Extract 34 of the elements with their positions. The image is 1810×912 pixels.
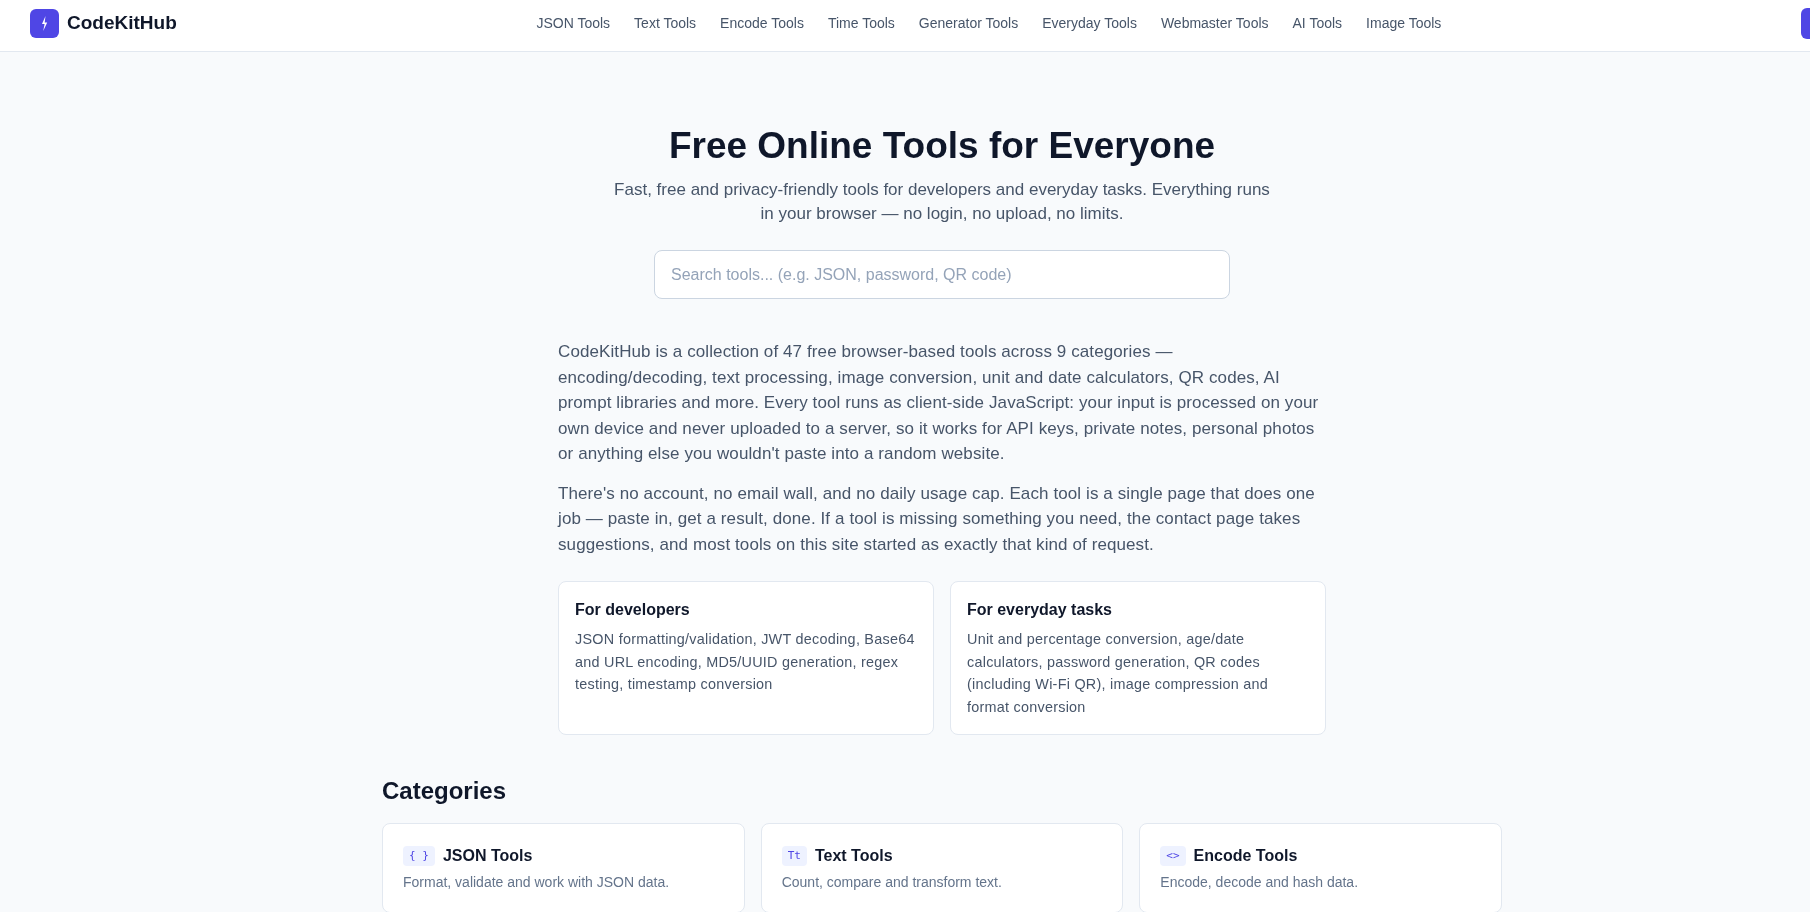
nav-link[interactable]: Time Tools: [827, 13, 895, 34]
category-card[interactable]: Tt Text Tools Count, compare and transform text.: [760, 823, 1124, 912]
nav-link[interactable]: Encode Tools: [720, 13, 804, 34]
nav-link[interactable]: Image Tools: [1366, 13, 1442, 34]
brand-name[interactable]: CodeKitHub: [67, 9, 177, 38]
nav-link[interactable]: JSON Tools: [536, 13, 611, 34]
card-title: For developers: [575, 600, 691, 620]
intro-paragraph: CodeKitHub is a collection of 47 free browser-based tools across 9 categories — encoding/decoding, text processing, image conversion, unit and date calculators, QR codes, AI prompt libraries and more. Every tool runs as client-side JavaScript: your input is processed on your own device and never uploaded to a server, so it works for API keys, private notes, personal photos or anything else you wouldn't paste into a random website.: [558, 341, 1320, 465]
category-description: Count, compare and transform text.: [781, 873, 1003, 892]
category-icon: <>: [1160, 846, 1186, 866]
hero-title: Free Online Tools for Everyone: [668, 124, 1216, 168]
category-description: Encode, decode and hash data.: [1160, 873, 1360, 892]
nav-link[interactable]: Everyday Tools: [1042, 13, 1137, 34]
category-description: Format, validate and work with JSON data.: [403, 873, 671, 892]
category-card[interactable]: <> Encode Tools Encode, decode and hash data.: [1139, 823, 1502, 912]
category-title: Encode Tools: [1193, 846, 1298, 866]
category-title: JSON Tools: [442, 846, 533, 866]
hero-subtitle: Fast, free and privacy-friendly tools for developers and everyday tasks. Everything runs in your browser — no login, no upload, no limits.: [613, 179, 1271, 225]
nav-link[interactable]: Text Tools: [634, 13, 697, 34]
nav-link[interactable]: AI Tools: [1292, 13, 1343, 34]
intro-paragraph: There's no account, no email wall, and no daily usage cap. Each tool is a single page that does one job — paste in, get a result, done. If a tool is missing something you need, the contact page takes suggestions, and most tools on this site started as exactly that kind of request.: [558, 482, 1316, 556]
nav-link[interactable]: Webmaster Tools: [1160, 13, 1269, 34]
header-button[interactable]: [1801, 8, 1810, 39]
search-field[interactable]: Search tools... (e.g. JSON, password, QR code): [654, 250, 1230, 299]
card-description: JSON formatting/validation, JWT decoding, Base64 and URL encoding, MD5/UUID generation, regex testing, timestamp conversion: [575, 630, 916, 694]
nav-link[interactable]: Generator Tools: [918, 13, 1019, 34]
card-title: For everyday tasks: [967, 600, 1113, 620]
category-icon: { }: [403, 846, 435, 866]
category-card[interactable]: { } JSON Tools Format, validate and work with JSON data.: [382, 823, 745, 912]
category-icon: Tt: [781, 846, 807, 866]
card-description: Unit and percentage conversion, age/date calculators, password generation, QR codes (including Wi-Fi QR), image compression and format conversion: [967, 630, 1270, 717]
category-title: Text Tools: [814, 846, 893, 866]
logo-icon[interactable]: [30, 9, 59, 38]
section-heading: Categories: [382, 776, 507, 806]
